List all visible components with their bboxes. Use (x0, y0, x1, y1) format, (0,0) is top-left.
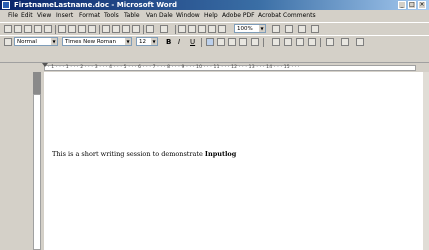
open-folder-icon[interactable] (14, 25, 22, 33)
ruler-numbers: · 1 · · · 1 · · · 2 · · · 3 · · · 4 · · … (48, 65, 300, 70)
vertical-ruler[interactable] (0, 72, 44, 250)
menu-tools[interactable]: Tools (104, 10, 119, 22)
toolbar-separator (99, 25, 100, 34)
menu-help[interactable]: Help (204, 10, 218, 22)
insert-table-icon[interactable] (198, 25, 206, 33)
columns-icon[interactable] (218, 25, 226, 33)
styles-pane-icon[interactable] (4, 38, 12, 46)
pdf-review-icon[interactable] (311, 25, 319, 33)
cut-icon[interactable] (102, 25, 110, 33)
close-button[interactable]: × (418, 1, 426, 9)
title-bar: FirstnameLastname.doc - Microsoft Word _… (0, 0, 429, 10)
menu-edit[interactable]: Edit (21, 10, 33, 22)
menu-adobe-pdf[interactable]: Adobe PDF (222, 10, 255, 22)
chevron-down-icon: ▼ (51, 38, 57, 45)
justify-icon[interactable] (239, 38, 247, 46)
align-center-icon[interactable] (217, 38, 225, 46)
research-icon[interactable] (88, 25, 96, 33)
align-left-icon[interactable] (206, 38, 214, 46)
font-color-icon[interactable] (356, 38, 364, 46)
toolbar-separator (175, 25, 176, 34)
document-text: This is a short writing session to demon… (52, 150, 205, 158)
print-icon[interactable] (58, 25, 66, 33)
pdf-email-icon[interactable] (298, 25, 306, 33)
menu-window[interactable]: Window (176, 10, 200, 22)
email-icon[interactable] (44, 25, 52, 33)
italic-button[interactable]: I (178, 37, 180, 47)
font-size-select[interactable]: 12 ▼ (136, 37, 158, 46)
outside-border-icon[interactable] (326, 38, 334, 46)
document-bold-text: Inputlog (204, 150, 237, 158)
spelling-icon[interactable] (78, 25, 86, 33)
word-app-icon[interactable] (2, 1, 10, 9)
menu-bar: File Edit View Insert Format Tools Table… (0, 10, 429, 22)
toolbar-separator (263, 38, 264, 47)
insert-excel-icon[interactable] (208, 25, 216, 33)
vertical-scrollbar[interactable] (423, 72, 429, 250)
menu-view[interactable]: View (37, 10, 51, 22)
pdf-convert-icon[interactable] (285, 25, 293, 33)
horizontal-ruler[interactable]: · 1 · · · 1 · · · 2 · · · 3 · · · 4 · · … (0, 62, 429, 72)
undo-icon[interactable] (146, 25, 154, 33)
menu-insert[interactable]: Insert (56, 10, 73, 22)
menu-table[interactable]: Table (124, 10, 140, 22)
formatting-toolbar: Normal ▼ Times New Roman ▼ 12 ▼ B I U (0, 35, 429, 49)
menu-acrobat-comments[interactable]: Acrobat Comments (258, 10, 316, 22)
hyperlink-icon[interactable] (178, 25, 186, 33)
line-spacing-icon[interactable] (251, 38, 259, 46)
decrease-indent-icon[interactable] (296, 38, 304, 46)
redo-icon[interactable] (160, 25, 168, 33)
style-select[interactable]: Normal ▼ (14, 37, 58, 46)
vertical-ruler-track (33, 94, 41, 250)
document-paragraph[interactable]: This is a short writing session to demon… (52, 150, 236, 158)
minimize-button[interactable]: _ (398, 1, 406, 9)
maximize-button[interactable]: □ (408, 1, 416, 9)
style-value: Normal (17, 39, 37, 45)
highlight-icon[interactable] (341, 38, 349, 46)
font-size-value: 12 (139, 39, 146, 45)
font-value: Times New Roman (65, 39, 116, 45)
toolbar-separator (201, 38, 202, 47)
permission-icon[interactable] (34, 25, 42, 33)
bold-button[interactable]: B (166, 37, 171, 47)
zoom-select[interactable]: 100% ▼ (234, 24, 266, 33)
top-margin-shade (33, 72, 41, 94)
copy-icon[interactable] (112, 25, 120, 33)
toolbar-separator (55, 25, 56, 34)
chevron-down-icon: ▼ (259, 25, 265, 32)
tables-borders-icon[interactable] (188, 25, 196, 33)
paste-icon[interactable] (122, 25, 130, 33)
menu-van-dale[interactable]: Van Dale (146, 10, 173, 22)
underline-button[interactable]: U (190, 37, 195, 47)
align-right-icon[interactable] (228, 38, 236, 46)
menu-format[interactable]: Format (79, 10, 100, 22)
save-icon[interactable] (24, 25, 32, 33)
format-painter-icon[interactable] (132, 25, 140, 33)
help-icon[interactable] (272, 25, 280, 33)
menu-file[interactable]: File (8, 10, 18, 22)
toolbar-separator (320, 38, 321, 47)
numbering-icon[interactable] (272, 38, 280, 46)
toolbar-dock (0, 49, 429, 62)
standard-toolbar: 100% ▼ (0, 22, 429, 35)
font-select[interactable]: Times New Roman ▼ (62, 37, 132, 46)
new-document-icon[interactable] (4, 25, 12, 33)
window-title: FirstnameLastname.doc - Microsoft Word (14, 1, 178, 9)
zoom-value: 100% (237, 26, 253, 32)
bullets-icon[interactable] (284, 38, 292, 46)
print-preview-icon[interactable] (68, 25, 76, 33)
chevron-down-icon: ▼ (125, 38, 131, 45)
toolbar-separator (143, 25, 144, 34)
first-line-indent-marker[interactable] (42, 63, 48, 67)
document-page[interactable]: This is a short writing session to demon… (44, 72, 429, 250)
chevron-down-icon: ▼ (151, 38, 157, 45)
increase-indent-icon[interactable] (308, 38, 316, 46)
